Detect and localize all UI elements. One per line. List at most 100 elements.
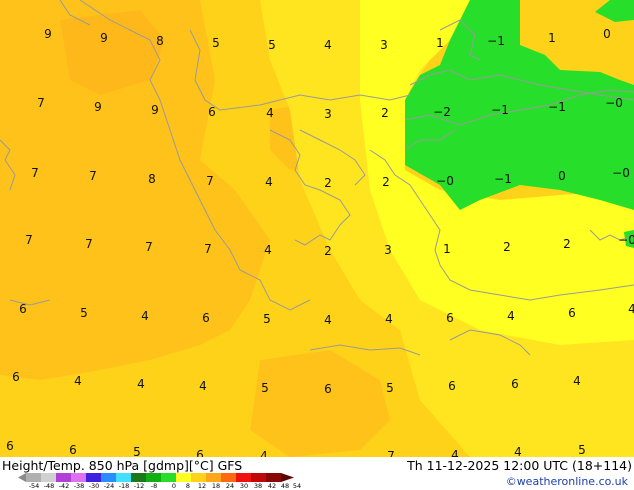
temperature-value: 5 — [261, 381, 269, 395]
temperature-value: 0 — [558, 169, 566, 183]
temperature-value: 7 — [37, 96, 45, 110]
temperature-value: −0 — [612, 166, 630, 180]
colorbar-tick-label: -12 — [133, 482, 145, 490]
temperature-value: 6 — [511, 377, 519, 391]
temperature-value: 8 — [156, 34, 164, 48]
colorbar-segment — [71, 473, 86, 482]
colorbar-tick-label: 0 — [171, 482, 177, 490]
temperature-value: 4 — [74, 374, 82, 388]
temperature-value: 6 — [324, 382, 332, 396]
temperature-value: 1 — [436, 36, 444, 50]
colorbar-segment — [116, 473, 131, 482]
colorbar-tick-label: -54 — [28, 482, 40, 490]
temperature-value: 5 — [263, 312, 271, 326]
temperature-value: −1 — [491, 103, 509, 117]
colorbar-tick-label: -8 — [150, 482, 158, 490]
colorbar-segment — [251, 473, 266, 482]
colorbar-segment — [221, 473, 236, 482]
temperature-value: 7 — [204, 242, 212, 256]
colorbar-segment — [41, 473, 56, 482]
temperature-value: 4 — [199, 379, 207, 393]
temperature-value: 2 — [563, 237, 571, 251]
credit-link[interactable]: ©weatheronline.co.uk — [506, 475, 628, 488]
footer-bar: Height/Temp. 850 hPa [gdmp][°C] GFS Th 1… — [0, 457, 634, 490]
colorbar-segment — [236, 473, 251, 482]
colorbar-segment — [191, 473, 206, 482]
temperature-value: 5 — [268, 38, 276, 52]
temperature-value: 4 — [266, 106, 274, 120]
colorbar-ticks: -54 -48 -42 -38 -30 -24 -18 -12 -8 0 8 1… — [14, 482, 304, 490]
temperature-value: 4 — [451, 448, 459, 457]
colorbar — [18, 473, 294, 482]
temperature-value: 6 — [568, 306, 576, 320]
temperature-value: 5 — [133, 445, 141, 457]
temperature-value: −1 — [487, 34, 505, 48]
colorbar-tick-label: -38 — [73, 482, 85, 490]
temperature-value: 4 — [514, 445, 522, 457]
temperature-value: 4 — [324, 38, 332, 52]
colorbar-segment — [206, 473, 221, 482]
temperature-value: 7 — [89, 169, 97, 183]
temperature-value: 7 — [85, 237, 93, 251]
colorbar-tick-label: 24 — [225, 482, 235, 490]
temperature-value: 6 — [202, 311, 210, 325]
temperature-value: 5 — [386, 381, 394, 395]
temperature-value: 4 — [628, 302, 634, 316]
temperature-value: 8 — [148, 172, 156, 186]
temperature-value: 6 — [208, 105, 216, 119]
temperature-value: −2 — [433, 105, 451, 119]
temperature-value: −0 — [436, 174, 454, 188]
colorbar-tick-label: 18 — [211, 482, 221, 490]
temperature-value: 4 — [573, 374, 581, 388]
temperature-value: 2 — [324, 244, 332, 258]
temperature-value: −0 — [605, 96, 623, 110]
colorbar-tick-label: 38 — [253, 482, 263, 490]
temperature-value: −1 — [494, 172, 512, 186]
colorbar-tick-label: 48 — [280, 482, 290, 490]
colorbar-tick-label: -42 — [58, 482, 70, 490]
temperature-value: 9 — [100, 31, 108, 45]
temperature-value: 6 — [448, 379, 456, 393]
temperature-value: 3 — [380, 38, 388, 52]
temperature-value: 3 — [324, 107, 332, 121]
temperature-value: 1 — [443, 242, 451, 256]
temperature-value: −0 — [618, 233, 634, 247]
temperature-value: 4 — [324, 313, 332, 327]
temperature-value: 5 — [212, 36, 220, 50]
temperature-value: 4 — [260, 449, 268, 457]
temperature-value: 9 — [94, 100, 102, 114]
colorbar-segment — [56, 473, 71, 482]
colorbar-segment — [176, 473, 191, 482]
temperature-value: 2 — [503, 240, 511, 254]
temperature-value: 9 — [151, 103, 159, 117]
temperature-value: 6 — [19, 302, 27, 316]
colorbar-segment — [146, 473, 161, 482]
colorbar-tick-label: 54 — [292, 482, 302, 490]
colorbar-tick-label: -18 — [118, 482, 130, 490]
temperature-value: 6 — [6, 439, 14, 453]
colorbar-tick-label: -24 — [103, 482, 115, 490]
colorbar-left-arrow — [18, 473, 26, 482]
colorbar-tick-label: -48 — [43, 482, 55, 490]
valid-datetime: Th 11-12-2025 12:00 UTC (18+114) — [407, 458, 632, 473]
temperature-value: 2 — [324, 176, 332, 190]
temperature-value: 2 — [381, 106, 389, 120]
temperature-value: 7 — [206, 174, 214, 188]
colorbar-tick-label: -30 — [88, 482, 100, 490]
temperature-value: 6 — [69, 443, 77, 457]
temperature-value: −1 — [548, 100, 566, 114]
temperature-value: 4 — [137, 377, 145, 391]
map-title: Height/Temp. 850 hPa [gdmp][°C] GFS — [2, 458, 243, 473]
colorbar-tick-label: 30 — [239, 482, 249, 490]
temperature-value: 7 — [25, 233, 33, 247]
temperature-value: 6 — [12, 370, 20, 384]
temperature-value: 7 — [145, 240, 153, 254]
temperature-value: 1 — [548, 31, 556, 45]
temperature-value: 4 — [507, 309, 515, 323]
colorbar-right-arrow — [281, 473, 294, 482]
temperature-value: 5 — [80, 306, 88, 320]
colorbar-segment — [26, 473, 41, 482]
colorbar-tick-label: 8 — [185, 482, 191, 490]
temperature-value: 7 — [31, 166, 39, 180]
colorbar-segment — [131, 473, 146, 482]
